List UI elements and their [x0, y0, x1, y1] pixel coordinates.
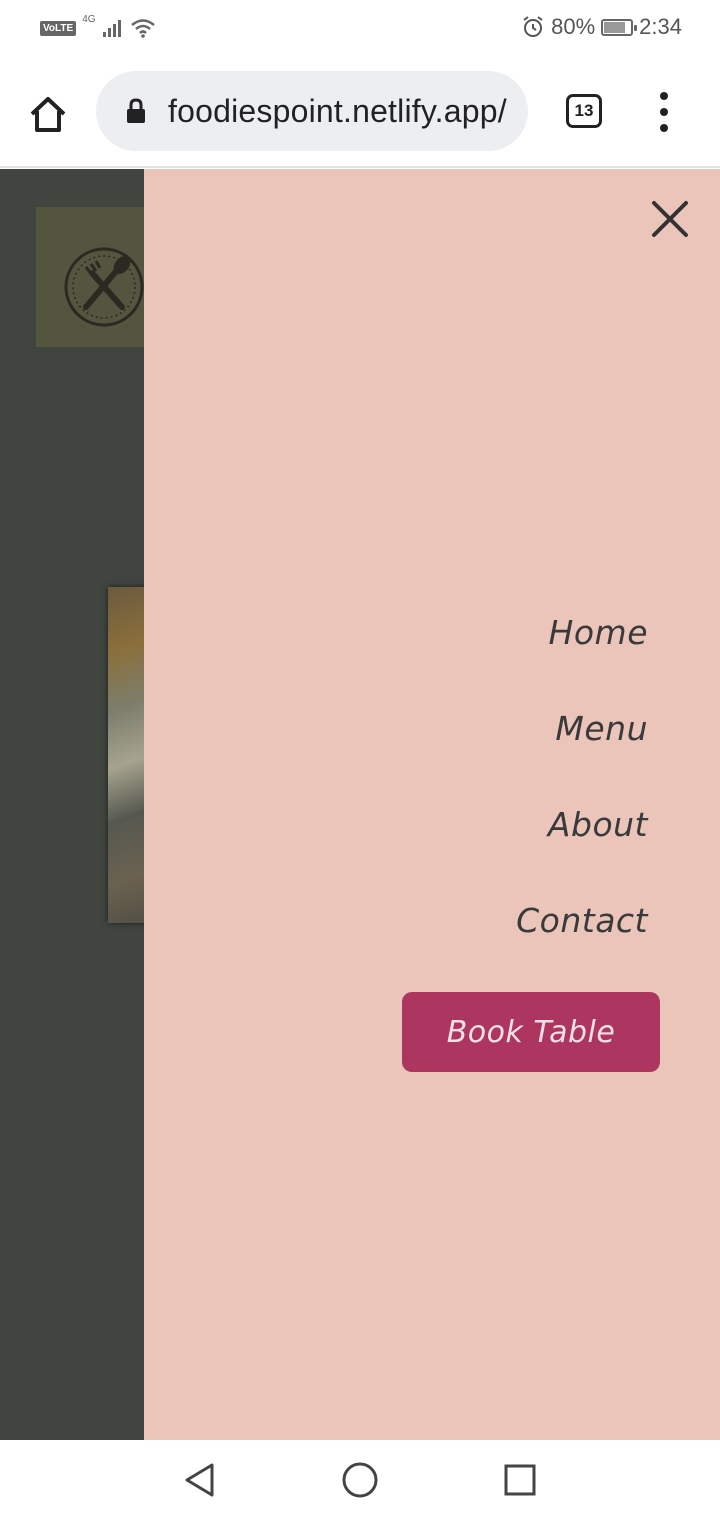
- alarm-icon: [523, 16, 543, 37]
- back-triangle-icon[interactable]: [182, 1462, 218, 1498]
- wifi-icon: [130, 19, 155, 38]
- battery-icon: [601, 18, 638, 36]
- nav-item-menu[interactable]: Menu: [555, 709, 648, 748]
- url-text[interactable]: foodiespoint.netlify.app/: [168, 93, 507, 130]
- browser-toolbar: foodiespoint.netlify.app/ 13: [0, 56, 720, 168]
- volte-badge: VoLTE: [40, 20, 77, 36]
- address-bar[interactable]: foodiespoint.netlify.app/: [96, 71, 528, 151]
- signal-icon: [102, 20, 121, 37]
- nav-item-contact[interactable]: Contact: [516, 901, 648, 940]
- book-table-button[interactable]: Book Table: [402, 992, 660, 1072]
- network-type: 4G: [82, 14, 96, 25]
- tab-count: 13: [574, 101, 594, 120]
- status-bar: VoLTE 4G 80% 2:34: [0, 0, 720, 56]
- tab-switcher-button[interactable]: 13: [566, 94, 602, 128]
- more-vert-icon[interactable]: [652, 92, 676, 132]
- nav-drawer: Home Menu About Contact Book Table: [144, 169, 720, 1440]
- lock-icon: [127, 98, 145, 123]
- clock: 2:34: [639, 14, 682, 39]
- status-right: 80% 2:34: [521, 12, 682, 42]
- close-icon[interactable]: [648, 197, 692, 241]
- home-circle-icon[interactable]: [341, 1461, 379, 1499]
- battery-percent: 80%: [551, 14, 596, 39]
- fork-spoon-logo-icon: [64, 247, 144, 327]
- recents-square-icon[interactable]: [504, 1464, 536, 1496]
- home-icon[interactable]: [26, 92, 70, 136]
- system-nav-bar: [0, 1440, 720, 1520]
- nav-item-about[interactable]: About: [548, 805, 648, 844]
- book-table-label: Book Table: [446, 1014, 616, 1050]
- status-left: VoLTE 4G: [40, 14, 156, 40]
- nav-item-home[interactable]: Home: [549, 613, 648, 652]
